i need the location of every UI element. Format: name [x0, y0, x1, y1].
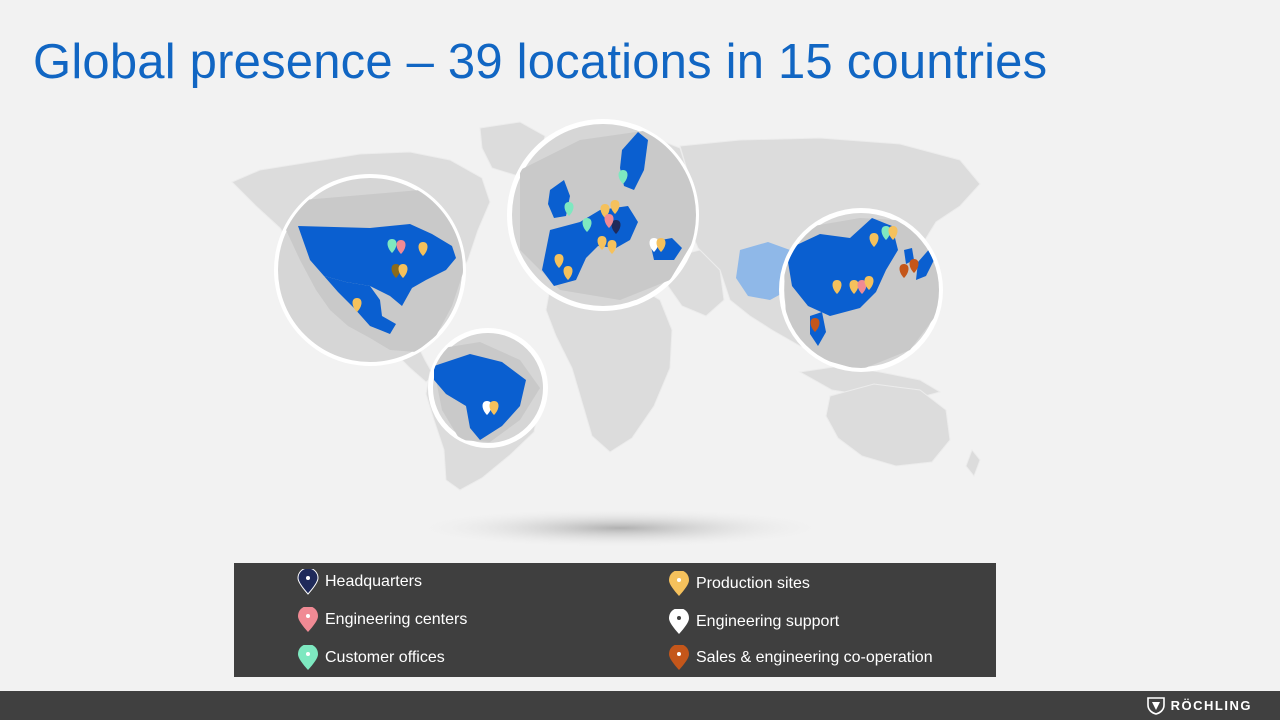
roechling-shield-icon	[1146, 697, 1165, 715]
legend-item-headquarters: Headquarters	[297, 569, 422, 595]
headquarters-pin-icon	[297, 569, 319, 595]
map-shadow	[410, 508, 830, 548]
legend-label-sales-engineering: Sales & engineering co-operation	[696, 649, 933, 666]
legend: Headquarters Engineering centers Custome…	[234, 563, 996, 677]
legend-item-production-sites: Production sites	[668, 571, 810, 597]
legend-label-customer-offices: Customer offices	[325, 649, 445, 666]
world-map	[231, 119, 981, 548]
zoom-circle-brazil	[428, 328, 548, 448]
engineering-center-pin-icon	[297, 607, 319, 633]
zoom-circle-europe	[507, 119, 699, 311]
company-logo: RÖCHLING	[1146, 696, 1252, 715]
footer-bar: RÖCHLING	[0, 691, 1280, 720]
production-site-pin-icon	[668, 571, 690, 597]
legend-label-production-sites: Production sites	[696, 575, 810, 592]
engineering-support-pin-icon	[668, 609, 690, 635]
legend-item-engineering-support: Engineering support	[668, 609, 839, 635]
page-title: Global presence – 39 locations in 15 cou…	[33, 35, 1048, 89]
sales-engineering-pin-icon	[668, 645, 690, 671]
legend-item-customer-offices: Customer offices	[297, 645, 445, 671]
legend-item-engineering-centers: Engineering centers	[297, 607, 467, 633]
legend-label-engineering-support: Engineering support	[696, 613, 840, 630]
legend-item-sales-engineering: Sales & engineering co-operation	[668, 645, 933, 671]
logo-text: RÖCHLING	[1170, 698, 1252, 713]
customer-office-pin-icon	[297, 645, 319, 671]
legend-label-headquarters: Headquarters	[325, 573, 422, 590]
legend-label-engineering-centers: Engineering centers	[325, 611, 468, 628]
